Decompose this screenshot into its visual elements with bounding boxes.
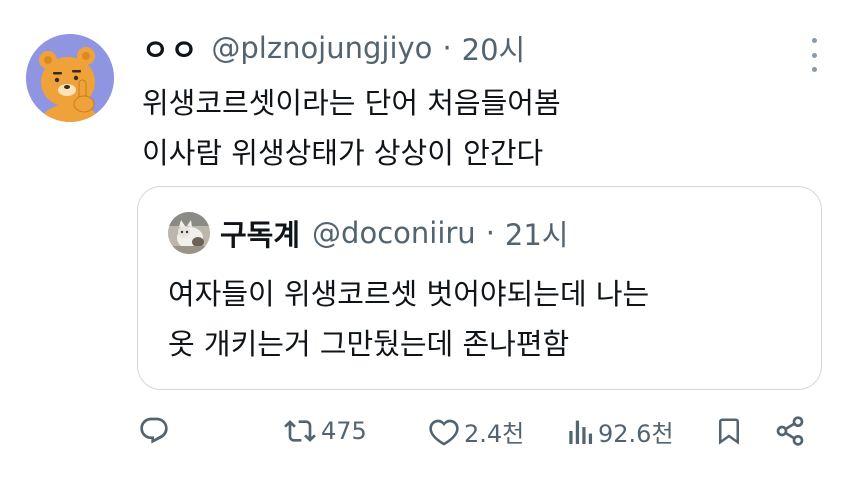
tweet-action-bar: 475 2.4천 92.6천 <box>0 408 850 454</box>
heart-icon <box>429 419 459 446</box>
quoted-tweet-text: 여자들이 위생코르셋 벗어야되는데 나는 옷 개키는거 그만뒀는데 존나편함 <box>168 269 649 369</box>
separator-dot: · <box>485 216 495 250</box>
more-dot <box>811 52 817 58</box>
share-button[interactable] <box>774 408 806 454</box>
reply-bubble-icon <box>140 417 168 444</box>
more-dot <box>811 38 817 43</box>
retweet-button[interactable]: 475 <box>283 408 367 454</box>
retweet-icon <box>284 420 316 442</box>
bear-character-avatar-icon <box>26 34 114 122</box>
retweet-count: 475 <box>321 417 367 445</box>
views-count: 92.6천 <box>598 419 674 448</box>
user-handle[interactable]: @plznojungjiyo <box>211 31 432 65</box>
like-count: 2.4천 <box>464 419 525 448</box>
bar-chart-icon <box>569 420 593 444</box>
more-options-icon[interactable] <box>808 38 820 72</box>
quoted-display-name[interactable]: 구독계 <box>220 212 300 254</box>
quoted-tweet-timestamp[interactable]: 21시 <box>505 212 569 254</box>
tweet-header: ㅇㅇ @plznojungjiyo · 20시 <box>142 26 525 70</box>
quoted-user-avatar[interactable] <box>168 212 210 254</box>
tweet-text-line: 이사람 위생상태가 상상이 안간다 <box>142 136 544 170</box>
quoted-tweet[interactable]: 구독계 @doconiiru · 21시 여자들이 위생코르셋 벗어야되는데 나… <box>137 186 822 390</box>
quoted-text-line: 여자들이 위생코르셋 벗어야되는데 나는 <box>168 277 650 311</box>
display-name[interactable]: ㅇㅇ <box>142 27 199 69</box>
views-button[interactable]: 92.6천 <box>568 408 674 454</box>
more-dot <box>811 67 817 72</box>
tweet-text-line: 위생코르셋이라는 단어 처음들어봄 <box>142 86 561 120</box>
cat-photo-avatar-icon <box>168 212 210 254</box>
quoted-text-line: 옷 개키는거 그만뒀는데 존나편함 <box>168 327 570 361</box>
bookmark-icon <box>719 418 739 445</box>
separator-dot: · <box>442 31 452 65</box>
quoted-tweet-header: 구독계 @doconiiru · 21시 <box>220 209 569 257</box>
like-button[interactable]: 2.4천 <box>428 408 524 454</box>
share-icon <box>776 416 804 446</box>
bookmark-button[interactable] <box>714 408 744 454</box>
user-avatar[interactable] <box>26 34 114 122</box>
tweet-card[interactable]: ㅇㅇ @plznojungjiyo · 20시 위생코르셋이라는 단어 처음들어… <box>0 0 850 478</box>
reply-button[interactable] <box>138 408 170 454</box>
quoted-user-handle[interactable]: @doconiiru <box>312 216 476 250</box>
tweet-timestamp[interactable]: 20시 <box>462 27 526 69</box>
tweet-text: 위생코르셋이라는 단어 처음들어봄 이사람 위생상태가 상상이 안간다 <box>142 78 822 178</box>
